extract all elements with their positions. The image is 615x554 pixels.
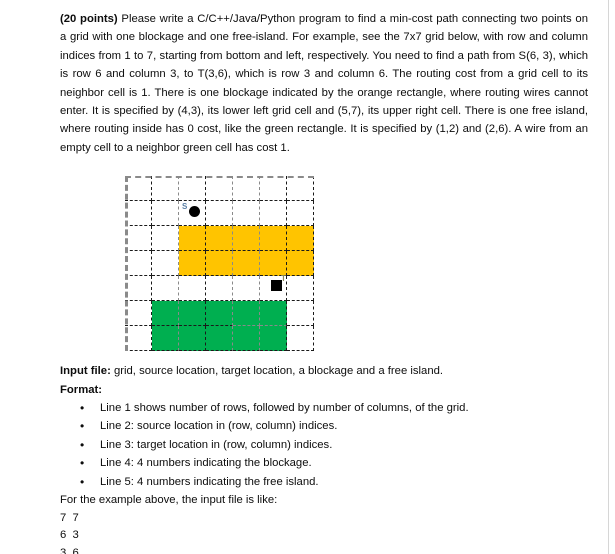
grid-cell	[152, 276, 179, 302]
grid-cell	[206, 276, 233, 302]
grid-cell	[206, 226, 233, 252]
grid-cell	[125, 201, 152, 227]
grid-cell	[152, 251, 179, 277]
source-dot-icon	[189, 206, 200, 218]
list-item: Line 5: 4 numbers indicating the free is…	[80, 473, 588, 492]
grid-cell	[260, 226, 287, 252]
grid-cell	[179, 226, 206, 252]
input-file-line: Input file: grid, source location, targe…	[60, 362, 588, 380]
grid-top-border	[125, 176, 314, 179]
example-file-line: 6 3	[60, 529, 79, 542]
document-page: (20 points) Please write a C/C++/Java/Py…	[0, 0, 615, 554]
grid-cells	[125, 176, 314, 352]
grid-cell	[179, 276, 206, 302]
grid-cell	[233, 326, 260, 352]
input-file-label: Input file:	[60, 365, 111, 378]
grid-cell	[260, 251, 287, 277]
format-item-text: Line 5: 4 numbers indicating the free is…	[100, 475, 319, 488]
grid-cell	[152, 176, 179, 202]
format-item-text: Line 4: 4 numbers indicating the blockag…	[100, 457, 312, 470]
grid-cell	[233, 276, 260, 302]
grid-cell	[287, 201, 314, 227]
points-label: (20 points)	[60, 13, 118, 25]
grid-cell	[179, 251, 206, 277]
grid-cell	[152, 301, 179, 327]
grid-cell	[125, 251, 152, 277]
list-item: Line 3: target location in (row, column)…	[80, 436, 588, 455]
grid-cell	[233, 201, 260, 227]
grid-cell	[125, 176, 152, 202]
format-list: Line 1 shows number of rows, followed by…	[60, 399, 588, 491]
grid-cell	[233, 251, 260, 277]
grid-cell	[206, 176, 233, 202]
grid-cell	[287, 176, 314, 202]
target-label: T	[281, 274, 286, 284]
grid-diagram: S T	[125, 176, 314, 352]
spec-section: Input file: grid, source location, targe…	[60, 362, 588, 554]
grid-cell	[152, 326, 179, 352]
grid-cell	[233, 226, 260, 252]
example-file-line: 3 6	[60, 546, 79, 554]
grid-figure: S T	[60, 168, 588, 358]
grid-cell	[125, 276, 152, 302]
grid-left-border	[125, 176, 128, 352]
grid-cell	[260, 176, 287, 202]
problem-text: Please write a C/C++/Java/Python program…	[60, 13, 588, 154]
grid-cell	[125, 326, 152, 352]
grid-cell	[125, 226, 152, 252]
grid-cell	[233, 176, 260, 202]
grid-cell	[152, 226, 179, 252]
input-file-text: grid, source location, target location, …	[110, 365, 444, 378]
grid-cell	[179, 176, 206, 202]
grid-cell	[260, 326, 287, 352]
grid-cell	[260, 201, 287, 227]
source-label: S	[182, 202, 188, 212]
grid-cell	[287, 326, 314, 352]
grid-cell	[260, 301, 287, 327]
list-item: Line 2: source location in (row, column)…	[80, 417, 588, 436]
format-item-text: Line 1 shows number of rows, followed by…	[100, 402, 469, 415]
list-item: Line 1 shows number of rows, followed by…	[80, 399, 588, 418]
scroll-gutter[interactable]	[608, 0, 615, 554]
target-marker: T	[271, 275, 286, 292]
grid-cell	[287, 251, 314, 277]
grid-cell	[179, 326, 206, 352]
grid-cell	[206, 201, 233, 227]
problem-statement: (20 points) Please write a C/C++/Java/Py…	[60, 10, 588, 157]
grid-cell	[152, 201, 179, 227]
example-file-line: 7 7	[60, 511, 79, 524]
example-intro: For the example above, the input file is…	[60, 494, 278, 507]
grid-cell	[206, 301, 233, 327]
grid-cell	[179, 301, 206, 327]
grid-cell	[233, 301, 260, 327]
format-label: Format:	[60, 383, 103, 396]
grid-cell	[287, 226, 314, 252]
grid-cell	[287, 276, 314, 302]
grid-cell	[287, 301, 314, 327]
format-item-text: Line 3: target location in (row, column)…	[100, 438, 333, 451]
grid-cell	[125, 301, 152, 327]
list-item: Line 4: 4 numbers indicating the blockag…	[80, 454, 588, 473]
format-item-text: Line 2: source location in (row, column)…	[100, 420, 338, 433]
source-marker: S	[182, 203, 200, 218]
grid-cell	[206, 251, 233, 277]
grid-cell	[206, 326, 233, 352]
document-body: (20 points) Please write a C/C++/Java/Py…	[60, 10, 588, 554]
